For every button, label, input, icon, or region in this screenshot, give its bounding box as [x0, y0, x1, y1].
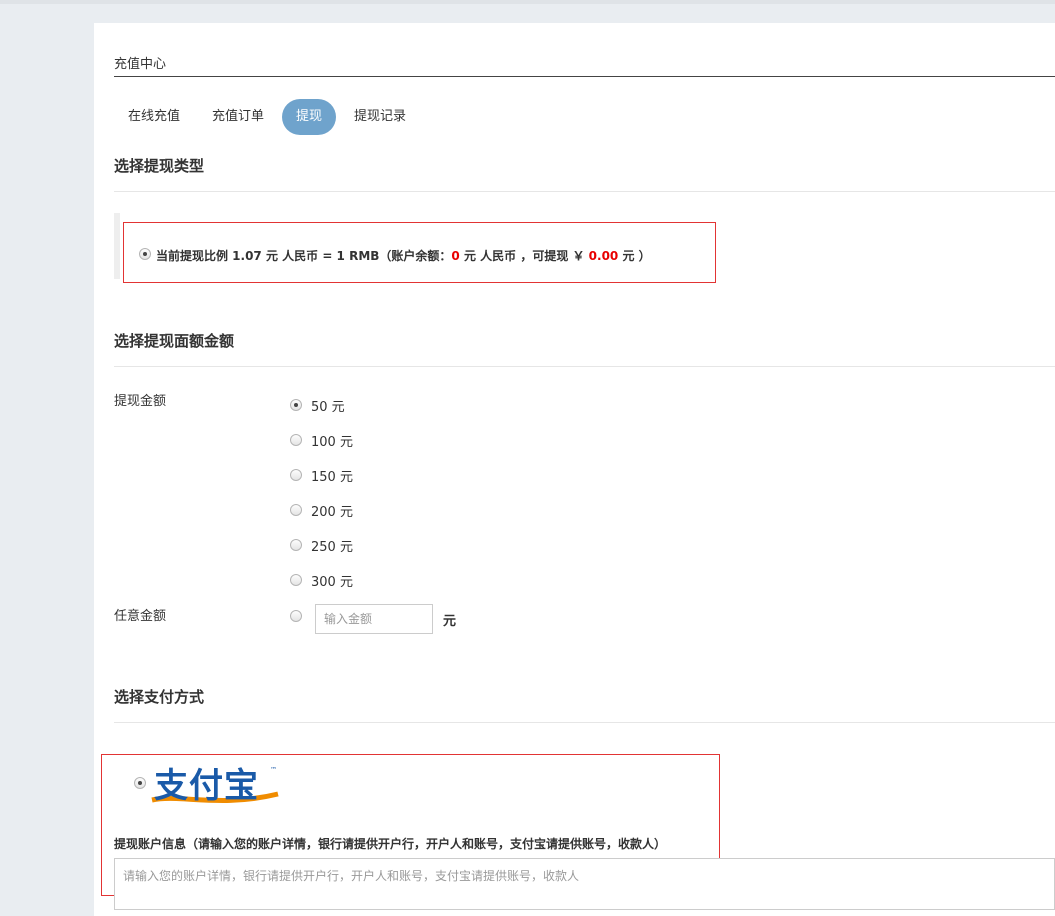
ratio-middle: 元 人民币 ，可提现 ￥ — [459, 249, 589, 263]
amount-option-label[interactable]: 50 元 — [311, 396, 345, 415]
ratio-side-bar — [114, 213, 120, 279]
balance-value: 0 — [451, 249, 460, 263]
alipay-logo-text: 支付宝 — [154, 766, 259, 806]
top-bar — [0, 0, 1055, 4]
amount-option-label[interactable]: 200 元 — [311, 501, 353, 520]
alipay-logo[interactable]: 支付宝 ™ — [150, 764, 282, 812]
svg-text:™: ™ — [270, 766, 277, 774]
section-divider — [114, 722, 1055, 723]
amount-radio-50[interactable] — [290, 399, 302, 411]
ratio-radio[interactable] — [139, 248, 151, 260]
amount-option-label[interactable]: 150 元 — [311, 466, 353, 485]
section-divider — [114, 191, 1055, 192]
custom-amount-unit: 元 — [443, 614, 457, 629]
account-info-textarea[interactable] — [114, 858, 1055, 910]
section-divider — [114, 366, 1055, 367]
amount-radio-150[interactable] — [290, 469, 302, 481]
amount-radio-200[interactable] — [290, 504, 302, 516]
ratio-suffix: 元 ） — [618, 249, 651, 263]
alipay-logo-mark: 支付宝 ™ — [151, 766, 279, 806]
amount-option-label[interactable]: 250 元 — [311, 536, 353, 555]
title-divider — [114, 76, 1055, 77]
amount-option-label[interactable]: 100 元 — [311, 431, 353, 450]
page-title: 充值中心 — [114, 57, 167, 72]
tab-withdraw-records[interactable]: 提现记录 — [340, 99, 420, 135]
amount-section-title: 选择提现面额金额 — [114, 332, 235, 350]
withdraw-ratio-text: 当前提现比例 1.07 元 人民币 = 1 RMB（账户余额：0 元 人民币 ，… — [156, 247, 651, 264]
amount-option-label[interactable]: 300 元 — [311, 571, 353, 590]
tab-withdraw[interactable]: 提现 — [282, 99, 337, 135]
main-panel: 充值中心 在线充值 充值订单 提现 提现记录 选择提现类型 当前提现比例 1.0… — [94, 23, 1055, 916]
custom-amount-label: 任意金额 — [114, 609, 167, 624]
tab-recharge-orders[interactable]: 充值订单 — [198, 99, 278, 135]
custom-amount-radio[interactable] — [290, 610, 302, 622]
tab-online-recharge[interactable]: 在线充值 — [114, 99, 194, 135]
amount-radio-250[interactable] — [290, 539, 302, 551]
amount-radio-100[interactable] — [290, 434, 302, 446]
ratio-prefix: 当前提现比例 1.07 元 人民币 = 1 RMB（账户余额： — [156, 249, 452, 263]
account-info-label: 提现账户信息（请输入您的账户详情，银行请提供开户行，开户人和账号，支付宝请提供账… — [114, 837, 667, 851]
amount-radio-300[interactable] — [290, 574, 302, 586]
type-section-title: 选择提现类型 — [114, 157, 205, 175]
amount-label: 提现金额 — [114, 394, 167, 409]
alipay-radio[interactable] — [134, 777, 146, 789]
withdrawable-value: 0.00 — [588, 249, 619, 263]
custom-amount-input[interactable] — [315, 604, 433, 634]
payment-section-title: 选择支付方式 — [114, 688, 205, 706]
